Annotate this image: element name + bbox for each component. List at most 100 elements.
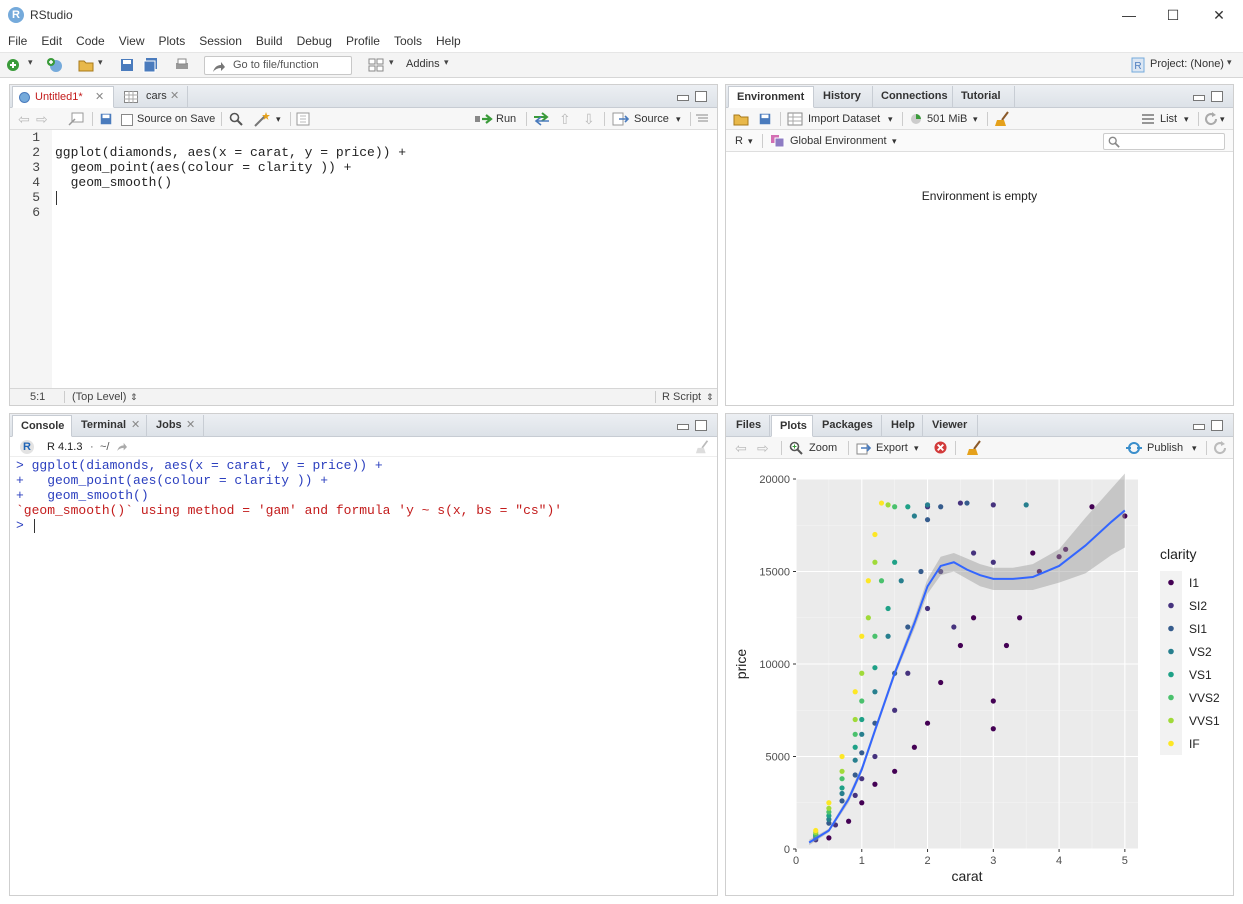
clear-console-broom-icon[interactable] bbox=[695, 439, 711, 455]
source-button[interactable]: Source bbox=[634, 108, 669, 130]
save-icon[interactable] bbox=[119, 57, 135, 73]
save-all-icon[interactable] bbox=[143, 57, 159, 73]
publish-dropdown-icon[interactable]: ▾ bbox=[1192, 437, 1197, 459]
rerun-icon[interactable] bbox=[532, 112, 552, 126]
menu-profile[interactable]: Profile bbox=[339, 30, 387, 52]
maximize-pane-icon[interactable] bbox=[695, 420, 707, 431]
pane-layout-icon[interactable] bbox=[368, 57, 384, 73]
refresh-icon[interactable] bbox=[1204, 112, 1218, 126]
open-file-icon[interactable] bbox=[78, 57, 94, 73]
tab-close-icon[interactable]: ✕ bbox=[131, 415, 140, 436]
zoom-button[interactable]: Zoom bbox=[809, 437, 837, 459]
back-icon[interactable]: ⇦ bbox=[18, 108, 30, 130]
refresh-plot-icon[interactable] bbox=[1213, 441, 1227, 455]
maximize-pane-icon[interactable] bbox=[1211, 420, 1223, 431]
tab-environment[interactable]: Environment bbox=[728, 86, 814, 108]
new-file-dropdown-icon[interactable]: ▾ bbox=[28, 57, 33, 68]
run-icon[interactable] bbox=[474, 113, 494, 125]
minimize-pane-icon[interactable] bbox=[677, 424, 689, 430]
memory-usage-label[interactable]: 501 MiB bbox=[927, 108, 967, 130]
minimize-pane-icon[interactable] bbox=[1193, 424, 1205, 430]
menu-edit[interactable]: Edit bbox=[34, 30, 69, 52]
tab-packages[interactable]: Packages bbox=[814, 415, 882, 437]
go-to-directory-icon[interactable] bbox=[116, 442, 128, 452]
console-prompt[interactable]: > bbox=[10, 518, 717, 533]
tab-close-icon[interactable]: ✕ bbox=[95, 87, 104, 108]
list-view-icon[interactable] bbox=[1142, 114, 1154, 124]
maximize-pane-icon[interactable] bbox=[695, 91, 707, 102]
source-dropdown-icon[interactable]: ▾ bbox=[676, 108, 681, 130]
tab-console[interactable]: Console bbox=[12, 415, 72, 437]
menu-tools[interactable]: Tools bbox=[387, 30, 429, 52]
menu-help[interactable]: Help bbox=[429, 30, 468, 52]
minimize-pane-icon[interactable] bbox=[1193, 95, 1205, 101]
tab-cars[interactable]: cars ✕ bbox=[118, 86, 188, 108]
remove-plot-icon[interactable] bbox=[934, 441, 947, 454]
import-dataset-icon[interactable] bbox=[787, 112, 803, 126]
export-button[interactable]: Export bbox=[876, 437, 908, 459]
environment-scope-selector[interactable]: Global Environment bbox=[790, 130, 887, 152]
menu-view[interactable]: View bbox=[112, 30, 152, 52]
maximize-icon[interactable]: ☐ bbox=[1158, 4, 1188, 26]
language-dropdown-icon[interactable]: ▾ bbox=[748, 130, 753, 152]
import-dataset-button[interactable]: Import Dataset bbox=[808, 108, 880, 130]
menu-code[interactable]: Code bbox=[69, 30, 112, 52]
code-tools-dropdown-icon[interactable]: ▾ bbox=[276, 108, 281, 130]
save-icon[interactable] bbox=[99, 112, 113, 126]
environment-search-input[interactable] bbox=[1103, 133, 1225, 150]
tab-tutorial[interactable]: Tutorial bbox=[953, 86, 1015, 108]
maximize-pane-icon[interactable] bbox=[1211, 91, 1223, 102]
source-icon[interactable] bbox=[612, 112, 630, 126]
previous-plot-icon[interactable]: ⇦ bbox=[735, 437, 747, 459]
clear-workspace-broom-icon[interactable] bbox=[994, 111, 1012, 127]
import-dropdown-icon[interactable]: ▾ bbox=[888, 108, 893, 130]
publish-button[interactable]: Publish bbox=[1147, 437, 1183, 459]
console-output[interactable]: > ggplot(diamonds, aes(x = carat, y = pr… bbox=[10, 458, 717, 895]
export-dropdown-icon[interactable]: ▾ bbox=[914, 437, 919, 459]
menu-build[interactable]: Build bbox=[249, 30, 290, 52]
view-mode-button[interactable]: List bbox=[1160, 108, 1177, 130]
open-recent-dropdown-icon[interactable]: ▾ bbox=[98, 57, 103, 68]
code-editor[interactable]: 1 2 3 4 5 6 ggplot(diamonds, aes(x = car… bbox=[10, 130, 717, 388]
refresh-dropdown-icon[interactable]: ▾ bbox=[1220, 108, 1225, 130]
tab-close-icon[interactable]: ✕ bbox=[186, 415, 195, 436]
source-on-save-checkbox[interactable] bbox=[121, 114, 133, 126]
new-file-icon[interactable] bbox=[6, 57, 22, 73]
tab-viewer[interactable]: Viewer bbox=[924, 415, 978, 437]
document-outline-icon[interactable] bbox=[696, 114, 708, 124]
show-in-window-icon[interactable] bbox=[68, 112, 84, 126]
addins-button[interactable]: Addins bbox=[406, 58, 440, 70]
minimize-icon[interactable]: — bbox=[1114, 4, 1144, 26]
file-type-selector[interactable]: R Script bbox=[662, 389, 701, 405]
save-workspace-icon[interactable] bbox=[758, 112, 772, 126]
scope-selector[interactable]: (Top Level) bbox=[72, 389, 126, 405]
language-selector[interactable]: R bbox=[735, 130, 743, 152]
tab-connections[interactable]: Connections bbox=[873, 86, 953, 108]
goto-file-input[interactable]: Go to file/function bbox=[204, 56, 352, 75]
menu-file[interactable]: File bbox=[0, 30, 34, 52]
load-workspace-icon[interactable] bbox=[733, 112, 749, 126]
tab-history[interactable]: History bbox=[815, 86, 873, 108]
code-tools-wand-icon[interactable] bbox=[253, 111, 271, 127]
view-mode-dropdown-icon[interactable]: ▾ bbox=[1184, 108, 1189, 130]
project-menu[interactable]: Project: (None) bbox=[1150, 58, 1224, 70]
tab-jobs[interactable]: Jobs ✕ bbox=[148, 415, 204, 437]
run-button[interactable]: Run bbox=[496, 108, 516, 130]
search-icon[interactable] bbox=[229, 112, 243, 126]
pane-layout-dropdown-icon[interactable]: ▾ bbox=[389, 57, 394, 68]
print-icon[interactable] bbox=[174, 57, 190, 73]
tab-close-icon[interactable]: ✕ bbox=[170, 86, 179, 107]
compile-report-icon[interactable] bbox=[296, 112, 310, 126]
memory-dropdown-icon[interactable]: ▾ bbox=[973, 108, 978, 130]
publish-icon[interactable] bbox=[1125, 441, 1143, 455]
menu-debug[interactable]: Debug bbox=[290, 30, 339, 52]
close-icon[interactable]: ✕ bbox=[1204, 4, 1234, 26]
scope-dropdown-icon[interactable]: ▾ bbox=[892, 130, 897, 152]
minimize-pane-icon[interactable] bbox=[677, 95, 689, 101]
go-up-icon[interactable]: ⇧ bbox=[559, 108, 571, 130]
menu-plots[interactable]: Plots bbox=[152, 30, 193, 52]
tab-terminal[interactable]: Terminal ✕ bbox=[73, 415, 147, 437]
clear-plots-broom-icon[interactable] bbox=[966, 440, 984, 456]
tab-files[interactable]: Files bbox=[728, 415, 770, 437]
next-plot-icon[interactable]: ⇨ bbox=[757, 437, 769, 459]
